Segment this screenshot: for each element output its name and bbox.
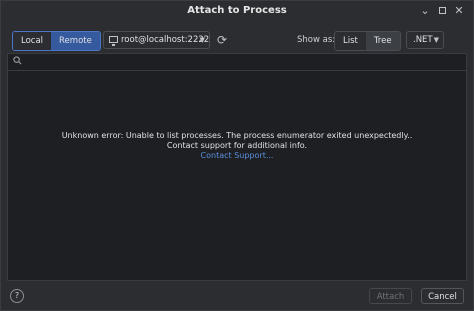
view-tree-button[interactable]: Tree — [365, 32, 400, 50]
host-value: root@localhost:2222 — [121, 35, 210, 45]
error-line-1: Unknown error: Unable to list processes.… — [61, 131, 413, 140]
mode-remote-button[interactable]: Remote — [51, 32, 100, 50]
dialog-window: Attach to Process ⌄ ✕ Local Remote root@… — [0, 0, 474, 311]
minimize-button[interactable]: ⌄ — [419, 5, 431, 17]
view-list-button[interactable]: List — [335, 32, 366, 50]
footer: ? Attach Cancel — [1, 283, 473, 311]
error-line-2: Contact support for additional info. — [166, 141, 308, 150]
close-button[interactable]: ✕ — [453, 5, 465, 17]
dialog-title: Attach to Process — [187, 5, 287, 16]
refresh-button[interactable]: ⟳ — [215, 33, 229, 47]
search-input[interactable] — [8, 54, 466, 71]
mode-local-button[interactable]: Local — [13, 32, 52, 50]
chevron-down-icon: ▼ — [433, 36, 439, 44]
runtime-value: .NET — [413, 35, 433, 45]
chevron-down-icon: ▼ — [199, 36, 205, 44]
view-toggle: List Tree — [334, 31, 401, 51]
error-message: Unknown error: Unable to list processes.… — [8, 131, 466, 161]
search-icon — [13, 56, 22, 68]
title-bar: Attach to Process ⌄ ✕ — [1, 1, 473, 23]
attach-button[interactable]: Attach — [369, 288, 412, 304]
cancel-button[interactable]: Cancel — [421, 288, 464, 304]
show-as-label: Show as: — [297, 35, 336, 45]
host-dropdown[interactable]: root@localhost:2222 ▼ — [103, 31, 210, 49]
maximize-icon — [438, 7, 446, 14]
help-button[interactable]: ? — [10, 289, 24, 303]
mode-toggle: Local Remote — [12, 31, 101, 51]
process-list-panel: Unknown error: Unable to list processes.… — [7, 53, 467, 281]
monitor-icon — [109, 36, 118, 46]
contact-support-link[interactable]: Contact Support... — [8, 151, 466, 161]
toolbar: Local Remote root@localhost:2222 ▼ ⟳ Sho… — [1, 23, 473, 55]
runtime-dropdown[interactable]: .NET ▼ — [406, 31, 444, 49]
maximize-button[interactable] — [436, 5, 448, 17]
